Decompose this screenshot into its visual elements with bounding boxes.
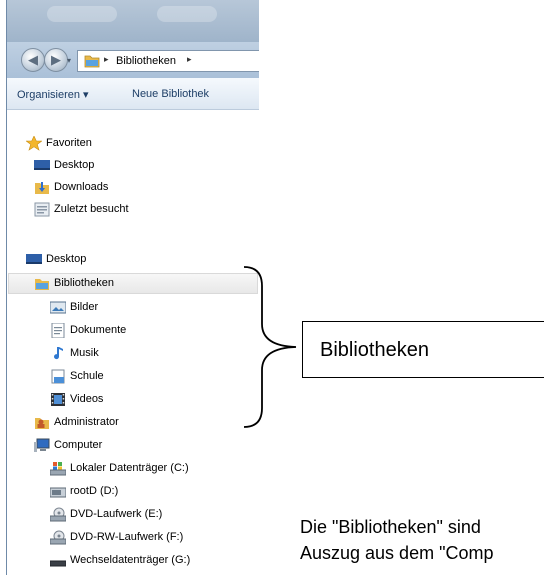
dvd-drive-icon bbox=[50, 507, 66, 522]
tree-item-label: rootD (D:) bbox=[70, 485, 119, 497]
library-folder-icon bbox=[84, 55, 100, 68]
user-folder-icon bbox=[35, 418, 49, 429]
tree-item-label: Schule bbox=[70, 370, 104, 382]
tree-item-label: Desktop bbox=[54, 159, 95, 171]
downloads-folder-icon bbox=[35, 182, 49, 194]
forward-button[interactable]: ▶ bbox=[44, 48, 68, 72]
libraries-callout: Bibliotheken bbox=[302, 321, 544, 378]
tree-item-label: Musik bbox=[70, 347, 99, 359]
caption-line-1: Die "Bibliotheken" sind bbox=[300, 517, 481, 537]
tree-item-label: Wechseldatenträger (G:) bbox=[70, 554, 191, 566]
tree-item-label: Zuletzt besucht bbox=[54, 203, 129, 215]
removable-drive-icon bbox=[50, 560, 66, 567]
caption-line-2: Auszug aus dem "Comp bbox=[300, 543, 494, 563]
title-bar bbox=[7, 0, 259, 42]
tree-item-label: Downloads bbox=[54, 181, 109, 193]
breadcrumb-separator-trailing[interactable]: ▸ bbox=[187, 54, 192, 65]
history-dropdown-icon[interactable]: ▾ bbox=[67, 56, 71, 65]
back-button[interactable]: ◀ bbox=[21, 48, 45, 72]
music-library-icon bbox=[54, 347, 63, 360]
desktop-icon bbox=[34, 160, 50, 170]
command-toolbar: Organisieren ▾ Neue Bibliothek bbox=[7, 78, 259, 110]
tree-item-label: Computer bbox=[54, 439, 103, 451]
navigation-bar: ◀ ▶ ▾ ▸ Bibliotheken ▸ bbox=[7, 42, 259, 78]
documents-library-icon bbox=[51, 323, 65, 338]
recent-places-icon bbox=[34, 202, 50, 217]
new-library-button[interactable]: Neue Bibliothek bbox=[132, 88, 209, 100]
tree-item-label: Videos bbox=[70, 393, 104, 405]
callout-label: Bibliotheken bbox=[320, 339, 429, 361]
tree-item-label: DVD-Laufwerk (E:) bbox=[70, 508, 163, 520]
caption-text: Die "Bibliotheken" sind Auszug aus dem "… bbox=[300, 514, 493, 566]
breadcrumb-libraries[interactable]: Bibliotheken bbox=[116, 55, 176, 67]
videos-library-icon bbox=[51, 393, 65, 406]
desktop-icon bbox=[26, 254, 42, 264]
tree-item-label: Desktop bbox=[46, 253, 87, 265]
tree-item-label: Bilder bbox=[70, 301, 99, 313]
tree-item-label: Favoriten bbox=[46, 137, 92, 149]
pictures-library-icon bbox=[50, 301, 66, 314]
curly-brace-icon bbox=[243, 266, 297, 428]
navigation-pane: Favoriten Desktop Downloads Zuletzt besu… bbox=[7, 110, 259, 575]
school-library-icon bbox=[51, 369, 65, 384]
breadcrumb-separator[interactable]: ▸ bbox=[104, 54, 109, 65]
tree-item-label: Lokaler Datenträger (C:) bbox=[70, 462, 189, 474]
tree-item-label: Bibliotheken bbox=[54, 277, 114, 289]
tree-item-label: Dokumente bbox=[70, 324, 127, 336]
tree-item-label: DVD-RW-Laufwerk (F:) bbox=[70, 531, 184, 543]
address-bar[interactable]: ▸ Bibliotheken ▸ bbox=[77, 50, 259, 72]
library-folder-icon bbox=[35, 279, 49, 290]
star-icon bbox=[26, 136, 42, 151]
system-drive-icon bbox=[50, 462, 66, 476]
organize-menu-button[interactable]: Organisieren ▾ bbox=[17, 88, 89, 101]
dvd-rw-drive-icon bbox=[50, 530, 66, 545]
computer-icon bbox=[34, 438, 50, 452]
network-drive-icon bbox=[50, 487, 66, 498]
explorer-window: ◀ ▶ ▾ ▸ Bibliotheken ▸ Organisieren ▾ Ne… bbox=[6, 0, 259, 575]
tree-item-label: Administrator bbox=[54, 416, 119, 428]
